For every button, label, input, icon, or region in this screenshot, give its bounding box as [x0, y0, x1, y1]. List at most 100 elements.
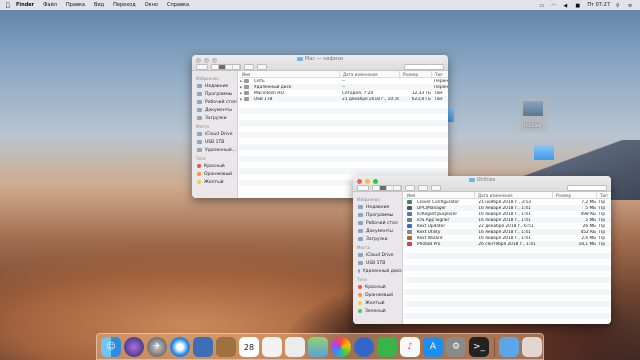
clock[interactable]: Пт 07:27: [587, 2, 610, 8]
sidebar-tag-orange[interactable]: Оранжевый: [353, 291, 402, 299]
sidebar-item-usb[interactable]: USB 1TB: [192, 138, 237, 146]
appstore-icon[interactable]: A: [423, 337, 443, 357]
column-name[interactable]: Имя: [239, 71, 339, 78]
downloads-folder-icon[interactable]: [499, 337, 519, 357]
finder-window-utilities[interactable]: Utilities Избранное Недавние Программы Р…: [353, 176, 611, 324]
action-gear-button[interactable]: [418, 184, 428, 191]
sidebar-item-icloud[interactable]: iCloud Drive: [192, 130, 237, 138]
column-size[interactable]: Размер: [552, 191, 596, 199]
menu-help[interactable]: Справка: [167, 2, 189, 8]
list-item[interactable]: DPCIManager 16 января 2018 г., 1:41 5 МБ Пр: [404, 205, 611, 211]
sidebar-item-documents[interactable]: Документы: [192, 106, 237, 114]
sidebar-item-recents[interactable]: Недавние: [353, 203, 402, 211]
notes-icon[interactable]: [216, 337, 236, 357]
back-forward-buttons[interactable]: [357, 184, 369, 191]
volume-icon[interactable]: ◀: [563, 3, 569, 9]
system-preferences-icon[interactable]: ⚙: [446, 337, 466, 357]
column-date[interactable]: Дата изменения: [339, 70, 399, 78]
sidebar-item-recents[interactable]: Недавние: [192, 82, 237, 90]
sidebar-item-desktop[interactable]: Рабочий стол: [192, 98, 237, 106]
spotlight-icon[interactable]: ⚲: [616, 3, 622, 9]
view-switcher[interactable]: [211, 63, 241, 70]
textedit-icon[interactable]: [262, 337, 282, 357]
menu-view[interactable]: Вид: [94, 2, 104, 8]
sidebar-item-applications[interactable]: Программы: [353, 211, 402, 219]
preview-icon[interactable]: [193, 337, 213, 357]
facetime-icon[interactable]: [377, 337, 397, 357]
search-input[interactable]: [567, 184, 607, 191]
list-item[interactable]: IORegistryExplorer 16 января 2018 г., 1:4…: [404, 211, 611, 217]
sidebar-item-remote-disc[interactable]: Удаленный...: [192, 146, 237, 154]
sidebar-tag-orange[interactable]: Оранжевый: [192, 170, 237, 178]
clover-icon: [407, 200, 412, 204]
column-name[interactable]: Имя: [404, 192, 474, 199]
menu-window[interactable]: Окно: [145, 2, 158, 8]
itunes-icon[interactable]: ♪: [400, 337, 420, 357]
group-button[interactable]: [405, 184, 415, 191]
list-item[interactable]: iOS App Signer 16 января 2018 г., 1:41 5 М…: [404, 217, 611, 223]
share-button[interactable]: [431, 184, 441, 191]
terminal-icon[interactable]: >_: [469, 337, 489, 357]
column-type[interactable]: Тип: [431, 70, 448, 78]
menu-edit[interactable]: Правка: [66, 2, 85, 8]
menu-file[interactable]: Файл: [43, 2, 57, 8]
search-input[interactable]: [404, 63, 444, 70]
action-gear-button[interactable]: [257, 63, 267, 70]
sidebar-tag-green[interactable]: Зеленый: [353, 307, 402, 315]
desktop-folder-icon[interactable]: [534, 145, 554, 160]
photos-icon[interactable]: [331, 337, 351, 357]
menu-app-name[interactable]: Finder: [16, 2, 34, 8]
messages-icon[interactable]: [354, 337, 374, 357]
column-size[interactable]: Размер: [399, 70, 431, 78]
reminders-icon[interactable]: [285, 337, 305, 357]
sidebar-item-icloud[interactable]: iCloud Drive: [353, 251, 402, 259]
drive-icon: [358, 261, 363, 265]
document-icon: [197, 108, 202, 112]
column-type[interactable]: Тип: [596, 191, 611, 199]
sidebar-item-desktop[interactable]: Рабочий стол: [353, 219, 402, 227]
orange-tag-icon: [197, 172, 201, 176]
siri-icon[interactable]: [124, 337, 144, 357]
desktop-folder-icon[interactable]: [523, 101, 543, 116]
sidebar-item-downloads[interactable]: Загрузки: [192, 114, 237, 122]
window-titlebar[interactable]: Utilities: [353, 176, 611, 192]
dock: ☺ ✈ 28 ♪ A ⚙ >_: [96, 333, 544, 360]
maps-icon[interactable]: [308, 337, 328, 357]
dock-separator: [494, 338, 495, 357]
apple-menu-icon[interactable]: : [6, 2, 16, 9]
list-item[interactable]: Kext Updater 22 декабря 2018 г., 6:51 26 М…: [404, 223, 611, 229]
menu-go[interactable]: Переход: [113, 2, 136, 8]
list-item[interactable]: Kext Wizard 16 января 2018 г., 1:41 2,6 МБ…: [404, 235, 611, 241]
trash-icon[interactable]: [522, 337, 542, 357]
sidebar-item-documents[interactable]: Документы: [353, 227, 402, 235]
wifi-icon[interactable]: ◠: [551, 3, 557, 9]
list-item[interactable]: ▶ Macintosh HD Сегодня, 7:20 12,33 ТБ То…: [239, 90, 448, 96]
finder-icon[interactable]: ☺: [101, 337, 121, 357]
list-item[interactable]: ▶ USB 1TB 21 декабря 2018 г., 10:16 623,…: [239, 96, 448, 102]
notification-center-icon[interactable]: ≡: [628, 3, 634, 9]
view-switcher[interactable]: [372, 184, 402, 191]
sidebar-tag-red[interactable]: Красный: [192, 162, 237, 170]
sidebar-tag-yellow[interactable]: Желтый: [353, 299, 402, 307]
sidebar-item-applications[interactable]: Программы: [192, 90, 237, 98]
group-button[interactable]: [244, 63, 254, 70]
sidebar-tags-header: Теги: [196, 156, 206, 161]
list-item[interactable]: Clover Configurator 21 ноября 2018 г., 3:…: [404, 199, 611, 205]
airplay-icon[interactable]: ▭: [539, 3, 545, 9]
back-forward-buttons[interactable]: [196, 63, 208, 70]
desktop-folder-label[interactable]: Utilities: [524, 124, 541, 129]
input-source-icon[interactable]: ■: [575, 3, 581, 9]
list-item[interactable]: PhotoB Pro 26 сентября 2018 г., 1:41 18,1 …: [404, 241, 611, 247]
sidebar-item-remote-disc[interactable]: Удаленный диск: [353, 267, 402, 275]
column-date[interactable]: Дата изменения: [474, 191, 552, 199]
sidebar-tag-yellow[interactable]: Желтый: [192, 178, 237, 186]
safari-icon[interactable]: [170, 337, 190, 357]
list-item[interactable]: Kext Utility 16 января 2018 г., 1:41 452 К…: [404, 229, 611, 235]
sidebar-item-usb[interactable]: USB 1TB: [353, 259, 402, 267]
launchpad-icon[interactable]: ✈: [147, 337, 167, 357]
calendar-icon[interactable]: 28: [239, 337, 259, 357]
sidebar-tag-red[interactable]: Красный: [353, 283, 402, 291]
computer-icon: [296, 56, 303, 61]
window-titlebar[interactable]: Mac — нафизи: [192, 55, 448, 71]
sidebar-item-downloads[interactable]: Загрузки: [353, 235, 402, 243]
